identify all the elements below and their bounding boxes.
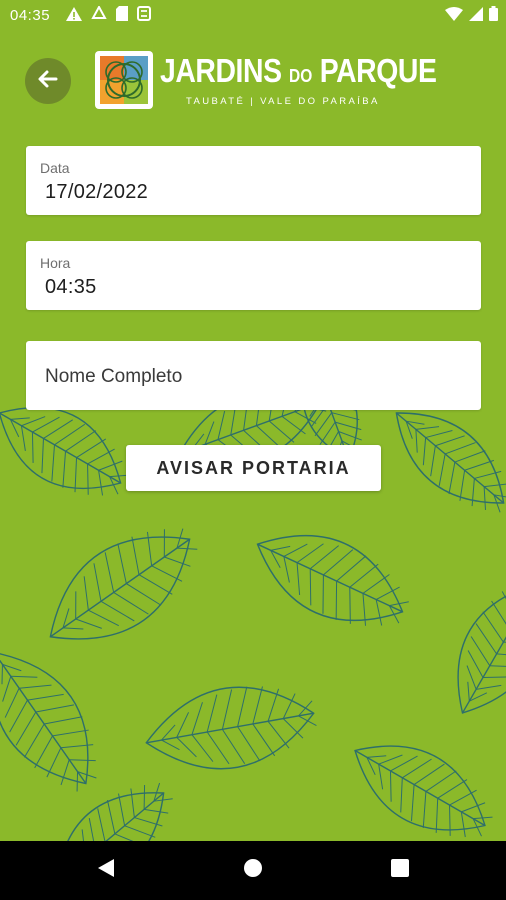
status-right-icons — [445, 6, 498, 25]
recycle-icon — [91, 4, 107, 25]
time-value: 04:35 — [45, 276, 97, 298]
home-circle-icon — [243, 858, 263, 883]
full-name-placeholder: Nome Completo — [45, 366, 183, 387]
notify-gatehouse-button[interactable]: AVISAR PORTARIA — [126, 445, 381, 491]
back-button[interactable] — [25, 58, 71, 104]
recents-square-icon — [391, 859, 409, 882]
signal-icon — [469, 6, 483, 25]
time-label: Hora — [40, 255, 71, 271]
back-triangle-icon — [97, 858, 115, 883]
sd-card-icon — [116, 6, 128, 25]
nav-recents-button[interactable] — [370, 841, 430, 900]
brand-name: JARDINS DO PARQUE — [160, 52, 437, 90]
battery-icon — [489, 6, 498, 25]
status-time: 04:35 — [10, 7, 51, 24]
brand-name-end: PARQUE — [319, 52, 437, 89]
date-label: Data — [40, 160, 70, 176]
time-field[interactable]: Hora 04:35 — [26, 241, 481, 310]
brand-subtitle: TAUBATÉ | VALE DO PARAÍBA — [186, 96, 380, 107]
system-nav-bar — [0, 841, 506, 900]
sync-icon — [137, 6, 151, 25]
full-name-input[interactable]: Nome Completo — [26, 341, 481, 410]
logo-emblem-icon — [94, 50, 154, 110]
brand-logo: JARDINS DO PARQUE TAUBATÉ | VALE DO PARA… — [94, 50, 437, 114]
nav-back-button[interactable] — [76, 841, 136, 900]
date-value: 17/02/2022 — [45, 181, 149, 203]
status-bar: 04:35 — [0, 0, 506, 32]
brand-name-main: JARDINS — [160, 52, 282, 89]
date-field[interactable]: Data 17/02/2022 — [26, 146, 481, 215]
status-left-icons — [66, 4, 151, 25]
brand-name-small: DO — [289, 66, 313, 86]
arrow-left-icon — [36, 67, 60, 96]
warning-icon — [66, 6, 82, 25]
wifi-icon — [445, 6, 463, 25]
nav-home-button[interactable] — [223, 841, 283, 900]
